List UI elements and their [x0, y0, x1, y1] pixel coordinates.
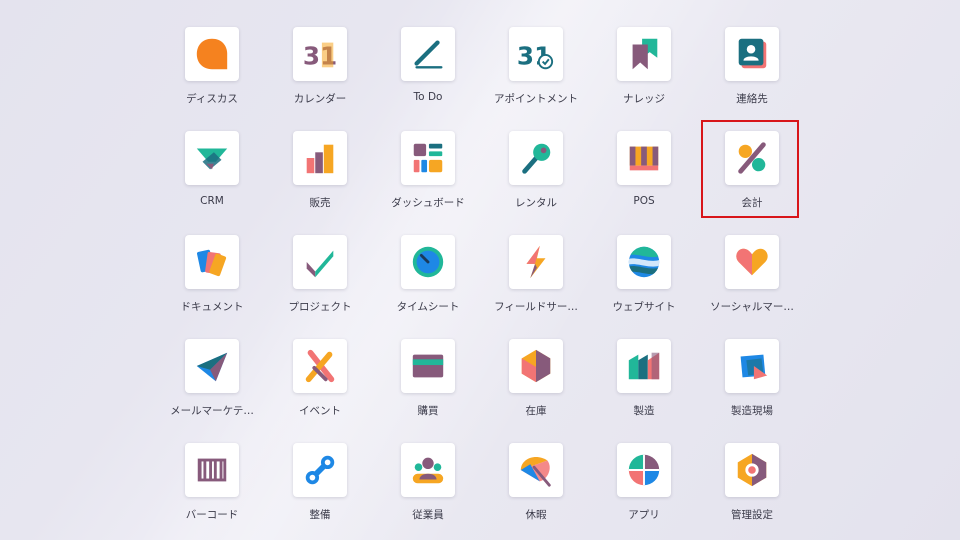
app-maintenance[interactable]: 整備 — [266, 443, 374, 540]
app-documents[interactable]: ドキュメント — [158, 235, 266, 339]
app-todo[interactable]: To Do — [374, 27, 482, 131]
app-grid: ディスカス 31 カレンダー To Do 31 アポイントメント ナレッジ 連絡… — [158, 27, 806, 540]
app-field-service[interactable]: フィールドサー… — [482, 235, 590, 339]
app-project[interactable]: プロジェクト — [266, 235, 374, 339]
app-purchase[interactable]: 購買 — [374, 339, 482, 443]
app-label: POS — [633, 195, 655, 207]
field-service-icon[interactable] — [509, 235, 563, 289]
documents-icon[interactable] — [185, 235, 239, 289]
app-barcode[interactable]: バーコード — [158, 443, 266, 540]
sales-icon[interactable] — [293, 131, 347, 185]
barcode-icon[interactable] — [185, 443, 239, 497]
manufacturing-icon[interactable] — [617, 339, 671, 393]
purchase-icon[interactable] — [401, 339, 455, 393]
app-appointment[interactable]: 31 アポイントメント — [482, 27, 590, 131]
project-icon[interactable] — [293, 235, 347, 289]
time-off-icon[interactable] — [509, 443, 563, 497]
app-apps[interactable]: アプリ — [590, 443, 698, 540]
app-label: 休暇 — [525, 509, 547, 521]
maintenance-icon[interactable] — [293, 443, 347, 497]
app-label: CRM — [200, 195, 224, 207]
app-label: プロジェクト — [288, 301, 352, 313]
social-marketing-icon[interactable] — [725, 235, 779, 289]
app-label: アプリ — [628, 509, 660, 521]
app-discuss[interactable]: ディスカス — [158, 27, 266, 131]
app-settings[interactable]: 管理設定 — [698, 443, 806, 540]
timesheet-icon[interactable] — [401, 235, 455, 289]
app-label: ディスカス — [186, 93, 238, 105]
app-inventory[interactable]: 在庫 — [482, 339, 590, 443]
app-label: フィールドサー… — [494, 301, 578, 313]
app-label: To Do — [413, 91, 443, 103]
app-label: 連絡先 — [736, 93, 768, 105]
inventory-icon[interactable] — [509, 339, 563, 393]
app-label: イベント — [299, 405, 341, 417]
apps-icon[interactable] — [617, 443, 671, 497]
app-label: ウェブサイト — [612, 301, 676, 313]
app-email-marketing[interactable]: メールマーケテ… — [158, 339, 266, 443]
knowledge-icon[interactable] — [617, 27, 671, 81]
app-timesheet[interactable]: タイムシート — [374, 235, 482, 339]
settings-icon[interactable] — [725, 443, 779, 497]
app-pos[interactable]: POS — [590, 131, 698, 235]
pos-icon[interactable] — [617, 131, 671, 185]
app-label: ナレッジ — [623, 93, 665, 105]
crm-icon[interactable] — [185, 131, 239, 185]
app-employees[interactable]: 従業員 — [374, 443, 482, 540]
app-knowledge[interactable]: ナレッジ — [590, 27, 698, 131]
todo-icon[interactable] — [401, 27, 455, 81]
app-label: 販売 — [309, 197, 331, 209]
app-label: アポイントメント — [494, 93, 578, 105]
app-label: レンタル — [515, 197, 557, 209]
app-label: バーコード — [185, 509, 239, 521]
app-label: カレンダー — [293, 93, 347, 105]
app-events[interactable]: イベント — [266, 339, 374, 443]
app-dashboard[interactable]: ダッシュボード — [374, 131, 482, 235]
app-label: 管理設定 — [731, 509, 773, 521]
app-label: メールマーケテ… — [170, 405, 254, 417]
app-label: 在庫 — [525, 405, 547, 417]
app-crm[interactable]: CRM — [158, 131, 266, 235]
app-label: タイムシート — [396, 301, 460, 313]
rental-icon[interactable] — [509, 131, 563, 185]
accounting-highlight-box — [701, 120, 799, 218]
app-shop-floor[interactable]: 製造現場 — [698, 339, 806, 443]
calendar-icon[interactable]: 31 — [293, 27, 347, 81]
app-label: ソーシャルマー… — [710, 301, 794, 313]
app-label: 整備 — [309, 509, 331, 521]
app-social-marketing[interactable]: ソーシャルマー… — [698, 235, 806, 339]
app-label: 購買 — [417, 405, 439, 417]
app-label: 従業員 — [412, 509, 444, 521]
app-label: ダッシュボード — [391, 197, 465, 209]
appointment-icon[interactable]: 31 — [509, 27, 563, 81]
app-sales[interactable]: 販売 — [266, 131, 374, 235]
website-icon[interactable] — [617, 235, 671, 289]
app-label: ドキュメント — [180, 301, 244, 313]
dashboard-icon[interactable] — [401, 131, 455, 185]
app-manufacturing[interactable]: 製造 — [590, 339, 698, 443]
app-time-off[interactable]: 休暇 — [482, 443, 590, 540]
app-label: 製造 — [633, 405, 655, 417]
app-contacts[interactable]: 連絡先 — [698, 27, 806, 131]
app-rental[interactable]: レンタル — [482, 131, 590, 235]
app-calendar[interactable]: 31 カレンダー — [266, 27, 374, 131]
discuss-icon[interactable] — [185, 27, 239, 81]
shop-floor-icon[interactable] — [725, 339, 779, 393]
employees-icon[interactable] — [401, 443, 455, 497]
app-website[interactable]: ウェブサイト — [590, 235, 698, 339]
app-label: 製造現場 — [731, 405, 773, 417]
contacts-icon[interactable] — [725, 27, 779, 81]
email-marketing-icon[interactable] — [185, 339, 239, 393]
events-icon[interactable] — [293, 339, 347, 393]
